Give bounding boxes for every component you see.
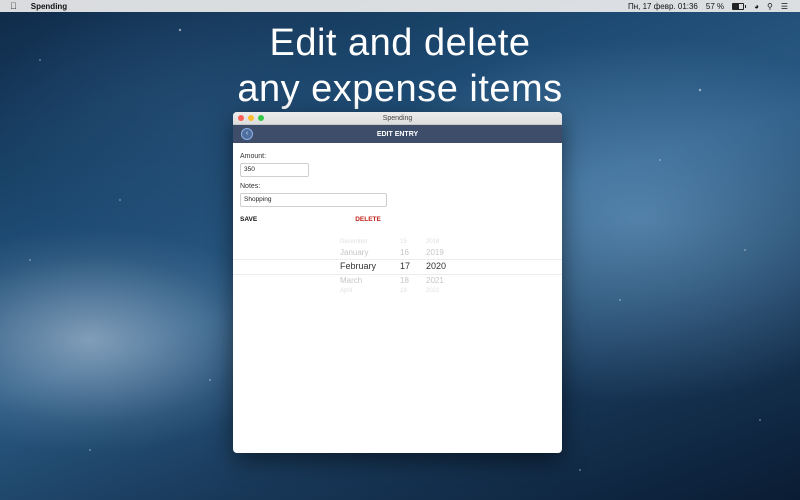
menu-app-name[interactable]: Spending (31, 2, 67, 11)
notes-label: Notes: (240, 183, 261, 190)
picker-row[interactable]: 2018 (426, 238, 456, 246)
headline-line-2: any expense items (237, 68, 563, 110)
picker-row[interactable]: April (340, 287, 385, 295)
notes-input[interactable]: Shopping (240, 193, 387, 207)
amount-label: Amount: (240, 153, 267, 160)
headline-line-1: Edit and delete (269, 22, 531, 64)
battery-icon[interactable] (732, 2, 745, 10)
battery-tip (745, 4, 747, 8)
picker-row[interactable]: 19 (400, 287, 420, 295)
date-picker[interactable]: December January February March April 15… (233, 238, 562, 298)
nav-bar: ‹ EDIT ENTRY (233, 125, 562, 143)
picker-row[interactable]: 16 (400, 246, 420, 259)
window-titlebar[interactable]: Spending (233, 112, 562, 125)
search-icon[interactable]: ⚲ (767, 2, 773, 11)
save-button[interactable]: SAVE (240, 216, 257, 223)
battery-percent: 57 % (705, 1, 725, 11)
year-wheel[interactable]: 2018 2019 2020 2021 2022 (426, 238, 456, 295)
apple-logo-icon[interactable]:  (10, 1, 17, 11)
picker-row[interactable]: March (340, 274, 385, 287)
datetime[interactable]: Пн, 17 февр. 01:36 (628, 2, 698, 11)
edit-form: Amount: 350 Notes: Shopping SAVE DELETE (233, 143, 562, 223)
month-wheel[interactable]: December January February March April (340, 238, 385, 295)
form-actions: SAVE DELETE (240, 216, 555, 223)
picker-row[interactable]: 18 (400, 274, 420, 287)
picker-selection-band (233, 259, 562, 275)
amount-input[interactable]: 350 (240, 163, 309, 177)
picker-row[interactable]: 2022 (426, 287, 456, 295)
picker-row-selected[interactable]: 2020 (426, 259, 456, 274)
menu-bar:  Spending Пн, 17 февр. 01:36 57 % ◕ ⚲ ☰ (0, 0, 800, 12)
nav-title: EDIT ENTRY (376, 130, 419, 138)
picker-row[interactable]: 15 (400, 238, 420, 246)
delete-button[interactable]: DELETE (355, 216, 381, 223)
picker-row[interactable]: December (340, 238, 385, 246)
wifi-icon[interactable]: ◕ (754, 2, 759, 11)
picker-row-selected[interactable]: 17 (400, 259, 420, 274)
menu-list-icon[interactable]: ☰ (781, 2, 788, 11)
app-window: Spending ‹ EDIT ENTRY Amount: 350 Notes:… (233, 112, 562, 453)
picker-row[interactable]: 2019 (426, 246, 456, 259)
day-wheel[interactable]: 15 16 17 18 19 (400, 238, 420, 295)
picker-row-selected[interactable]: February (340, 259, 385, 274)
window-title: Spending (382, 114, 413, 122)
picker-row[interactable]: 2021 (426, 274, 456, 287)
menu-extras: Пн, 17 февр. 01:36 57 % ◕ ⚲ ☰ (628, 2, 788, 11)
picker-row[interactable]: January (340, 246, 385, 259)
